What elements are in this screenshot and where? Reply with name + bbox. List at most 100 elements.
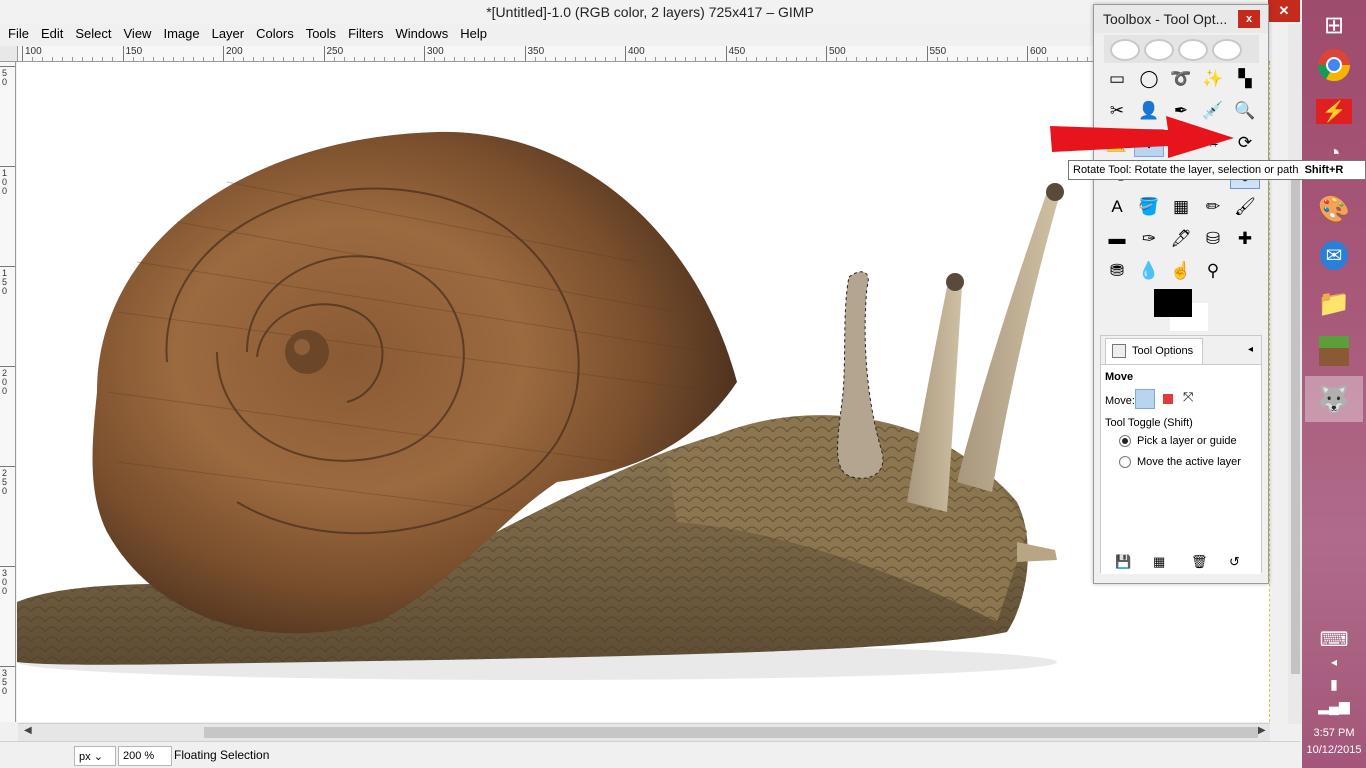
ruler-minor-tick: [936, 57, 938, 61]
menu-edit[interactable]: Edit: [37, 24, 67, 44]
battery-icon[interactable]: ▮: [1305, 672, 1363, 696]
move-selection-mode-button[interactable]: [1163, 394, 1173, 404]
chrome-icon[interactable]: [1305, 42, 1363, 88]
menu-filters[interactable]: Filters: [344, 24, 387, 44]
fuzzy-select-tool-icon[interactable]: ✨: [1198, 65, 1228, 93]
ruler-label: 300: [427, 46, 444, 57]
ruler-tick: [0, 566, 15, 567]
text-tool-icon[interactable]: A: [1102, 193, 1132, 221]
ink-tool-icon[interactable]: 🖋: [1166, 225, 1196, 253]
zoom-select[interactable]: 200 %: [118, 746, 172, 766]
ruler-tick: [926, 46, 928, 61]
ruler-tick: [223, 46, 224, 61]
horizontal-scrollbar[interactable]: ◀ ▶: [18, 723, 1270, 741]
tab-menu-icon[interactable]: ◂: [1248, 344, 1253, 355]
menu-file[interactable]: File: [4, 24, 33, 44]
perspective-clone-tool-icon[interactable]: ⛃: [1102, 257, 1132, 285]
color-swatches[interactable]: [1152, 289, 1212, 333]
ruler-minor-tick: [1087, 57, 1089, 61]
tray-expand-icon[interactable]: ◂: [1305, 650, 1363, 674]
vertical-scroll-thumb[interactable]: [1291, 164, 1300, 674]
ruler-minor-tick: [1067, 57, 1069, 61]
minecraft-icon[interactable]: [1305, 328, 1363, 374]
unit-select[interactable]: px ⌄: [74, 746, 116, 766]
ruler-minor-tick: [614, 57, 616, 61]
smudge-tool-icon[interactable]: ☝: [1166, 257, 1196, 285]
gimp-taskbar-icon[interactable]: 🐺: [1305, 376, 1363, 422]
menu-colors[interactable]: Colors: [252, 24, 298, 44]
scroll-right-icon[interactable]: ▶: [1258, 725, 1266, 736]
eraser-tool-icon[interactable]: ▬: [1102, 225, 1132, 253]
free-select-tool-icon[interactable]: ➰: [1166, 65, 1196, 93]
ruler-minor-tick: [755, 57, 757, 61]
ruler-tick: [22, 46, 23, 61]
paintbrush-tool-icon[interactable]: 🖌: [1230, 193, 1260, 221]
vertical-ruler[interactable]: 50 100 150 200 250 300 350: [0, 62, 16, 722]
ruler-label: 100: [2, 168, 8, 196]
toolbox-title-bar[interactable]: Toolbox - Tool Opt... x: [1094, 5, 1268, 33]
ruler-minor-tick: [775, 57, 777, 61]
tool-options-tab[interactable]: Tool Options: [1105, 338, 1203, 364]
bucket-fill-tool-icon[interactable]: 🪣: [1134, 193, 1164, 221]
ruler-tick: [0, 466, 15, 467]
ruler-tick: [0, 666, 15, 667]
ruler-minor-tick: [815, 57, 817, 61]
close-button[interactable]: ✕: [1268, 0, 1300, 22]
folder-icon[interactable]: 📁: [1305, 280, 1363, 326]
thunderbird-icon[interactable]: ✉: [1305, 232, 1363, 278]
rect-select-tool-icon[interactable]: ▭: [1102, 65, 1132, 93]
ruler-minor-tick: [293, 57, 295, 61]
ruler-label: 200: [2, 368, 8, 396]
reset-options-icon[interactable]: ↺: [1229, 554, 1240, 570]
vertical-scrollbar[interactable]: [1288, 24, 1302, 724]
horizontal-scroll-thumb[interactable]: [204, 727, 1258, 738]
menu-help[interactable]: Help: [456, 24, 491, 44]
move-layer-mode-button[interactable]: [1135, 389, 1155, 409]
airbrush-tool-icon[interactable]: ✑: [1134, 225, 1164, 253]
paint-palette-icon[interactable]: 🎨: [1305, 186, 1363, 232]
ruler-minor-tick: [1077, 57, 1079, 61]
app-red-icon[interactable]: ⚡: [1305, 88, 1363, 134]
wilber-drop-area[interactable]: [1104, 35, 1259, 63]
tooltip-shortcut: Shift+R: [1304, 164, 1344, 176]
horizontal-ruler[interactable]: 100150200250300350400450500550600650: [18, 46, 1270, 62]
ruler-label: 350: [527, 46, 545, 57]
ellipse-select-tool-icon[interactable]: ◯: [1134, 65, 1164, 93]
menu-view[interactable]: View: [120, 24, 156, 44]
delete-options-icon[interactable]: 🗑: [1191, 554, 1208, 570]
move-active-layer-radio[interactable]: [1119, 456, 1131, 468]
menu-windows[interactable]: Windows: [391, 24, 452, 44]
ruler-minor-tick: [142, 57, 144, 61]
ruler-minor-tick: [745, 57, 747, 61]
menu-image[interactable]: Image: [159, 24, 203, 44]
select-by-color-tool-icon[interactable]: ▚: [1230, 65, 1260, 93]
ruler-minor-tick: [303, 57, 305, 61]
pick-layer-radio[interactable]: [1119, 435, 1131, 447]
toolbox-close-button[interactable]: x: [1238, 10, 1260, 28]
ruler-minor-tick: [353, 57, 355, 61]
menu-layer[interactable]: Layer: [208, 24, 249, 44]
ruler-label: 400: [628, 46, 645, 57]
network-icon[interactable]: ▂▄▆: [1305, 694, 1363, 718]
ruler-minor-tick: [886, 57, 888, 61]
ruler-minor-tick: [52, 57, 54, 61]
heal-tool-icon[interactable]: ✚: [1230, 225, 1260, 253]
ruler-minor-tick: [604, 57, 606, 61]
clone-tool-icon[interactable]: ⛁: [1198, 225, 1228, 253]
ruler-corner[interactable]: [0, 46, 18, 62]
save-options-icon[interactable]: 💾: [1115, 554, 1131, 570]
system-clock[interactable]: 3:57 PM 10/12/2015: [1302, 725, 1366, 759]
move-path-mode-icon[interactable]: ⤧: [1183, 389, 1193, 405]
restore-options-icon[interactable]: ▦: [1153, 554, 1165, 570]
ruler-minor-tick: [655, 57, 657, 61]
pencil-tool-icon[interactable]: ✏: [1198, 193, 1228, 221]
scroll-left-icon[interactable]: ◀: [24, 725, 32, 736]
menu-tools[interactable]: Tools: [302, 24, 340, 44]
blend-tool-icon[interactable]: ▦: [1166, 193, 1196, 221]
blur-sharpen-tool-icon[interactable]: 💧: [1134, 257, 1164, 285]
rotate-tool-tooltip: Rotate Tool: Rotate the layer, selection…: [1068, 160, 1366, 180]
dodge-burn-tool-icon[interactable]: ⚲: [1198, 257, 1228, 285]
menu-select[interactable]: Select: [71, 24, 115, 44]
foreground-color-swatch[interactable]: [1154, 289, 1192, 317]
ruler-minor-tick: [182, 57, 184, 61]
